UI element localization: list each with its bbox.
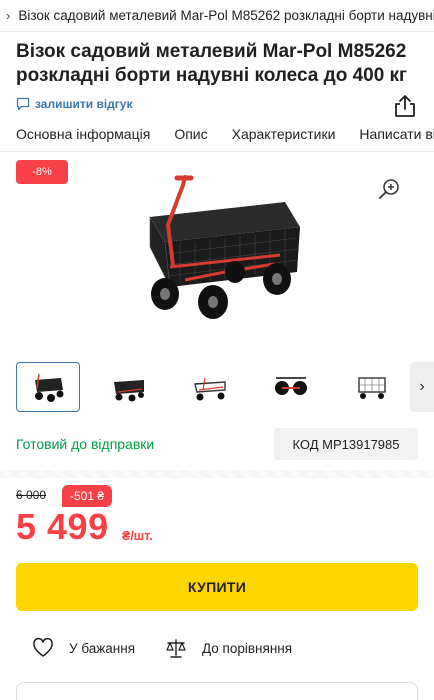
tab-write-review[interactable]: Написати відгук <box>343 126 434 151</box>
product-actions: У бажання До порівняння <box>0 636 434 660</box>
share-icon[interactable] <box>394 94 416 118</box>
tab-description[interactable]: Опис <box>158 126 207 151</box>
chevron-right-icon: › <box>6 8 11 23</box>
review-link[interactable]: залишити відгук <box>16 97 132 111</box>
current-price: 5 499 <box>16 506 109 547</box>
compare-label[interactable]: До порівняння <box>202 641 292 656</box>
wishlist-label[interactable]: У бажання <box>69 641 135 656</box>
compare-button[interactable]: До порівняння <box>165 636 292 660</box>
tab-main-info[interactable]: Основна інформація <box>0 126 150 151</box>
thumbnail-image <box>114 380 144 402</box>
product-title: Візок садовий металевий Mar-Pol M85262 р… <box>16 41 407 86</box>
heart-icon <box>33 637 53 657</box>
product-image[interactable] <box>125 172 310 320</box>
old-price: 6 000 <box>16 488 47 502</box>
breadcrumb[interactable]: › Візок садовий металевий Mar-Pol M85262… <box>0 0 434 32</box>
review-link-label[interactable]: залишити відгук <box>35 97 132 111</box>
thumbnail[interactable] <box>340 362 404 412</box>
thumbnail[interactable] <box>178 362 242 412</box>
product-code: КОД MP13917985 <box>274 428 418 460</box>
thumbnail-image <box>194 377 226 401</box>
thumbnail[interactable] <box>259 362 323 412</box>
bottom-card <box>16 682 418 700</box>
section-divider <box>0 470 434 478</box>
price-unit: ₴/шт. <box>122 529 153 543</box>
availability-status: Готовий до відправки <box>16 436 155 452</box>
thumbnail-image <box>35 373 64 402</box>
scales-icon <box>166 639 186 658</box>
wishlist-button[interactable]: У бажання <box>32 636 135 660</box>
zoom-in-icon[interactable] <box>377 177 401 201</box>
tab-characteristics[interactable]: Характеристики <box>216 126 336 151</box>
buy-button[interactable]: КУПИТИ <box>16 563 418 611</box>
discount-badge: -8% <box>16 160 68 184</box>
chat-bubble-icon <box>16 97 30 111</box>
thumbnail-image <box>358 377 386 399</box>
product-tabs: Основна інформація Опис Характеристики Н… <box>0 126 434 152</box>
chevron-right-icon[interactable]: › <box>410 362 434 412</box>
thumbnail[interactable] <box>97 362 161 412</box>
breadcrumb-text[interactable]: Візок садовий металевий Mar-Pol M85262 р… <box>18 8 434 23</box>
savings-badge: -501 ₴ <box>62 485 113 507</box>
thumbnail-gallery: › <box>16 362 434 412</box>
thumbnail-image <box>275 377 307 395</box>
thumbnail[interactable] <box>16 362 80 412</box>
